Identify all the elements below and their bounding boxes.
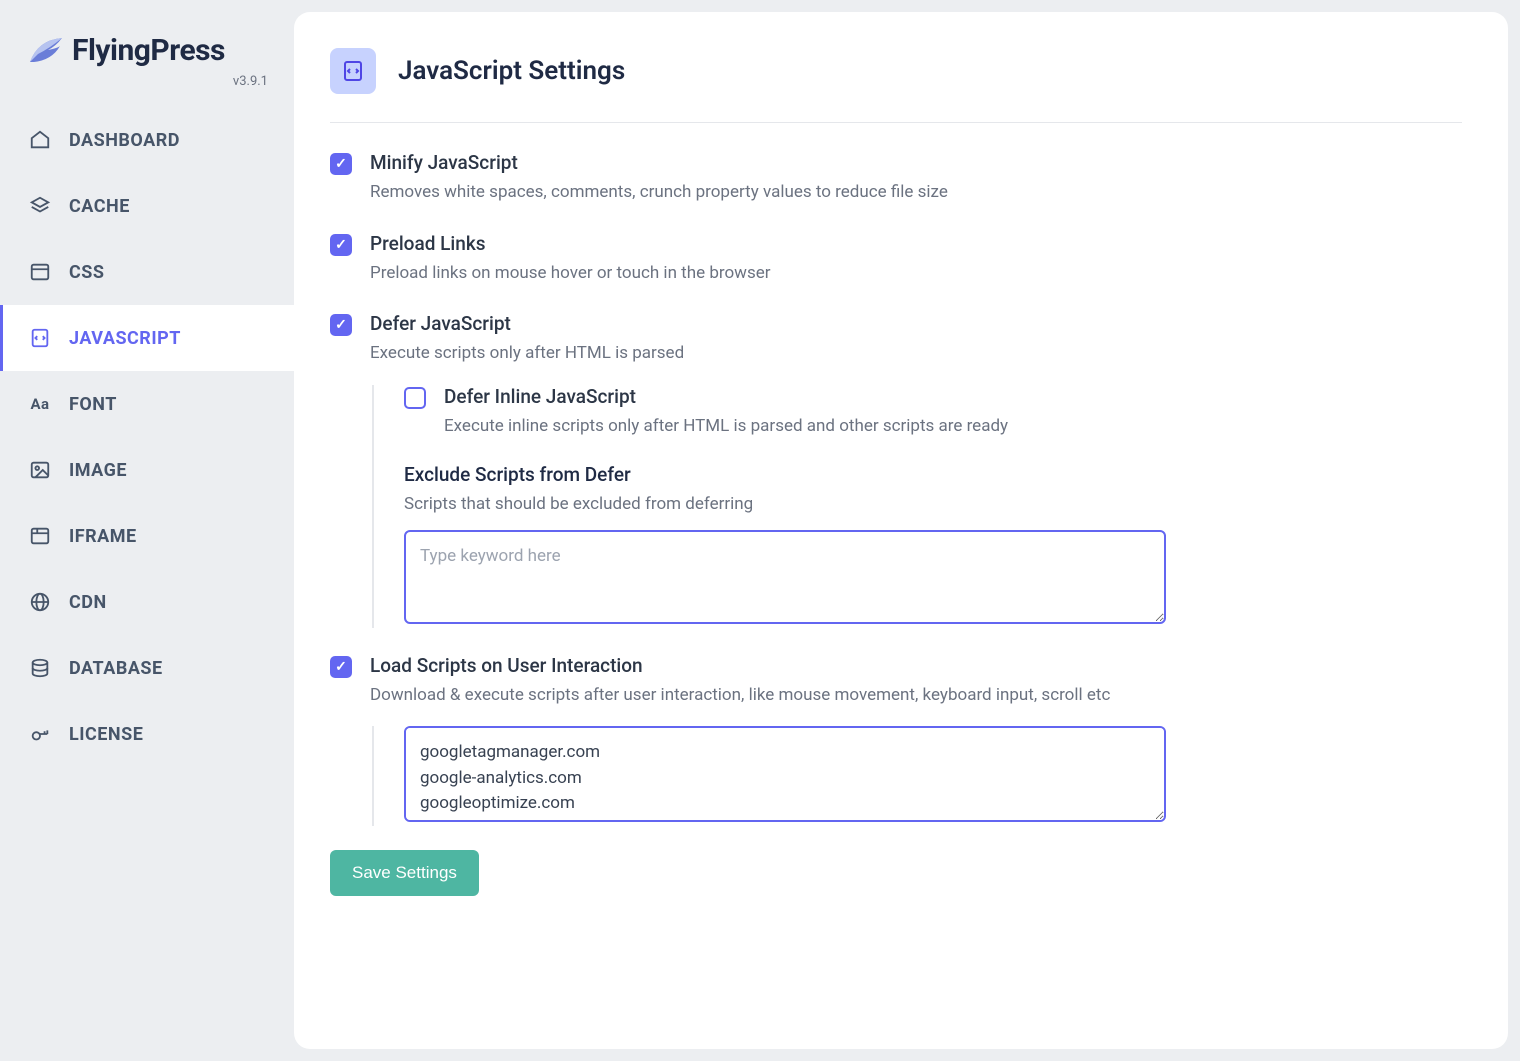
setting-defer-inline: Defer Inline JavaScript Execute inline s…	[404, 385, 1462, 440]
setting-desc: Scripts that should be excluded from def…	[404, 492, 1462, 518]
version-label: v3.9.1	[0, 68, 294, 107]
sidebar-item-label: CDN	[69, 592, 107, 613]
javascript-icon	[29, 327, 51, 349]
sidebar: FlyingPress v3.9.1 DASHBOARD CACHE CSS	[0, 0, 294, 1061]
page-header: JavaScript Settings	[330, 48, 1462, 123]
brand-name: FlyingPress	[72, 33, 225, 68]
minify-checkbox[interactable]	[330, 153, 352, 175]
setting-desc: Execute inline scripts only after HTML i…	[444, 414, 1462, 440]
setting-desc: Download & execute scripts after user in…	[370, 683, 1462, 709]
sidebar-nav: DASHBOARD CACHE CSS JAVASCRIPT	[0, 107, 294, 767]
defer-sub-block: Defer Inline JavaScript Execute inline s…	[372, 385, 1462, 628]
layers-icon	[29, 195, 51, 217]
setting-title: Preload Links	[370, 232, 1462, 255]
sidebar-item-javascript[interactable]: JAVASCRIPT	[0, 305, 294, 371]
interaction-sub-block	[372, 726, 1462, 826]
setting-defer-js: Defer JavaScript Execute scripts only af…	[330, 312, 1462, 367]
sidebar-item-image[interactable]: IMAGE	[0, 437, 294, 503]
setting-desc: Removes white spaces, comments, crunch p…	[370, 180, 1462, 206]
sidebar-item-label: IFRAME	[69, 526, 137, 547]
setting-title: Defer Inline JavaScript	[444, 385, 1462, 408]
css-icon	[29, 261, 51, 283]
page-title: JavaScript Settings	[398, 56, 625, 86]
setting-preload-links: Preload Links Preload links on mouse hov…	[330, 232, 1462, 287]
save-settings-button[interactable]: Save Settings	[330, 850, 479, 896]
defer-inline-checkbox[interactable]	[404, 387, 426, 409]
logo: FlyingPress	[0, 22, 294, 68]
sidebar-item-iframe[interactable]: IFRAME	[0, 503, 294, 569]
preload-checkbox[interactable]	[330, 234, 352, 256]
sidebar-item-license[interactable]: LICENSE	[0, 701, 294, 767]
setting-desc: Preload links on mouse hover or touch in…	[370, 261, 1462, 287]
main-panel: JavaScript Settings Minify JavaScript Re…	[294, 12, 1508, 1049]
sidebar-item-dashboard[interactable]: DASHBOARD	[0, 107, 294, 173]
interaction-checkbox[interactable]	[330, 656, 352, 678]
sidebar-item-cache[interactable]: CACHE	[0, 173, 294, 239]
sidebar-item-label: FONT	[69, 394, 117, 415]
exclude-defer-textarea[interactable]	[404, 530, 1166, 624]
setting-title: Minify JavaScript	[370, 151, 1462, 174]
setting-title: Exclude Scripts from Defer	[404, 463, 1462, 486]
sidebar-item-label: IMAGE	[69, 460, 127, 481]
image-icon	[29, 459, 51, 481]
setting-exclude-defer: Exclude Scripts from Defer Scripts that …	[404, 463, 1462, 628]
setting-minify-js: Minify JavaScript Removes white spaces, …	[330, 151, 1462, 206]
sidebar-item-label: DASHBOARD	[69, 130, 180, 151]
sidebar-item-database[interactable]: DATABASE	[0, 635, 294, 701]
sidebar-item-label: CACHE	[69, 196, 130, 217]
sidebar-item-cdn[interactable]: CDN	[0, 569, 294, 635]
setting-title: Defer JavaScript	[370, 312, 1462, 335]
sidebar-item-label: JAVASCRIPT	[69, 328, 181, 349]
setting-load-on-interaction: Load Scripts on User Interaction Downloa…	[330, 654, 1462, 709]
sidebar-item-label: DATABASE	[69, 658, 163, 679]
key-icon	[29, 723, 51, 745]
logo-icon	[26, 32, 66, 68]
database-icon	[29, 657, 51, 679]
iframe-icon	[29, 525, 51, 547]
defer-checkbox[interactable]	[330, 314, 352, 336]
sidebar-item-label: LICENSE	[69, 724, 143, 745]
page-icon-javascript	[330, 48, 376, 94]
sidebar-item-font[interactable]: Aa FONT	[0, 371, 294, 437]
interaction-scripts-textarea[interactable]	[404, 726, 1166, 822]
setting-desc: Execute scripts only after HTML is parse…	[370, 341, 1462, 367]
font-icon: Aa	[29, 393, 51, 415]
sidebar-item-label: CSS	[69, 262, 104, 283]
setting-title: Load Scripts on User Interaction	[370, 654, 1462, 677]
home-icon	[29, 129, 51, 151]
globe-icon	[29, 591, 51, 613]
sidebar-item-css[interactable]: CSS	[0, 239, 294, 305]
